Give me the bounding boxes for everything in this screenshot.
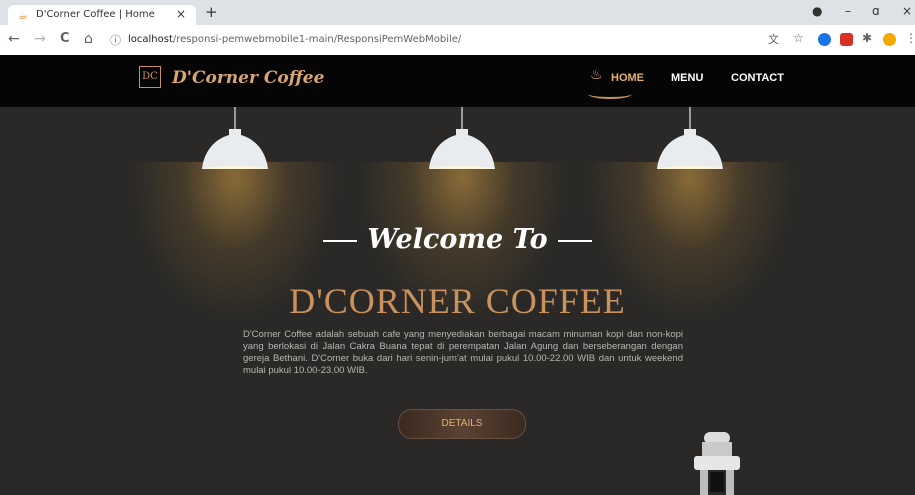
address-bar[interactable]: ⓘ localhost/responsi-pemwebmobile1-main/… <box>106 29 746 51</box>
tab-close-icon[interactable]: × <box>176 7 186 21</box>
coffee-machine-icon <box>694 432 740 495</box>
active-nav-underline <box>588 89 632 99</box>
coffee-cup-icon: ♨ <box>590 67 603 83</box>
back-button[interactable]: ← <box>8 31 20 47</box>
logo-text[interactable]: D'Corner Coffee <box>172 68 324 88</box>
nav-contact-link[interactable]: CONTACT <box>731 72 784 84</box>
home-button[interactable]: ⌂ <box>84 31 93 47</box>
coffee-favicon-icon: ☕ <box>18 9 28 22</box>
new-tab-button[interactable]: + <box>205 3 218 21</box>
url-path: /responsi-pemwebmobile1-main/ResponsiPem… <box>172 34 462 45</box>
forward-button[interactable]: → <box>34 31 46 47</box>
tab-title: D'Corner Coffee | Home <box>36 9 155 20</box>
nav-menu-link[interactable]: MENU <box>671 72 703 84</box>
profile-icon[interactable]: ● <box>812 4 822 18</box>
browser-tab-bar: ☕ D'Corner Coffee | Home × + ● – ɑ × <box>0 0 915 25</box>
bookmark-star-icon[interactable]: ☆ <box>793 31 804 45</box>
browser-tab[interactable]: ☕ D'Corner Coffee | Home × <box>8 5 196 25</box>
nav-home-link[interactable]: HOME <box>611 72 644 84</box>
hero-section: Welcome To D'CORNER COFFEE D'Corner Coff… <box>0 107 915 495</box>
logo-mark[interactable]: DC <box>139 66 161 88</box>
url-text: localhost/responsi-pemwebmobile1-main/Re… <box>128 34 461 45</box>
info-icon[interactable]: ⓘ <box>110 32 121 48</box>
menu-kebab-icon[interactable]: ⋮ <box>905 31 915 45</box>
close-window-button[interactable]: × <box>902 4 912 18</box>
details-button[interactable]: DETAILS <box>398 409 526 439</box>
hero-title: D'CORNER COFFEE <box>289 281 626 321</box>
maximize-button[interactable]: ɑ <box>872 4 880 18</box>
welcome-heading: Welcome To <box>0 224 915 255</box>
avatar[interactable] <box>883 33 896 46</box>
decorative-line <box>557 239 592 242</box>
hero-description: D'Corner Coffee adalah sebuah cafe yang … <box>243 329 683 376</box>
browser-toolbar: ← → C ⌂ ⓘ localhost/responsi-pemwebmobil… <box>0 25 915 56</box>
welcome-text: Welcome To <box>367 224 548 255</box>
extensions-puzzle-icon[interactable]: ✱ <box>862 31 872 45</box>
translate-icon[interactable]: 文 <box>768 31 779 47</box>
site-header: DC D'Corner Coffee ♨ HOME MENU CONTACT <box>0 55 915 107</box>
decorative-line <box>323 239 358 242</box>
extension-icon[interactable] <box>818 33 831 46</box>
reload-button[interactable]: C <box>60 31 70 46</box>
url-host: localhost <box>128 34 173 45</box>
extension-icon[interactable] <box>840 33 853 46</box>
minimize-button[interactable]: – <box>845 4 851 18</box>
